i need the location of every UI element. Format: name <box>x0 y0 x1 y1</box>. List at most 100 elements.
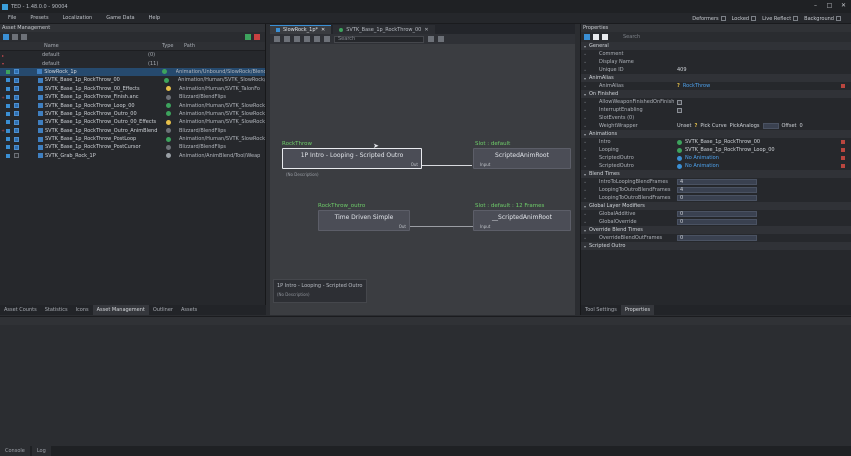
play-icon[interactable] <box>304 36 310 42</box>
property-row[interactable]: • Display Name <box>581 58 851 66</box>
tab-assets[interactable]: Assets <box>177 305 201 315</box>
property-row[interactable]: • SlotEvents (0) <box>581 114 851 122</box>
menu-file[interactable]: File <box>8 15 16 21</box>
close-icon[interactable]: ✕ <box>840 2 847 9</box>
property-value[interactable]: SVTK_Base_1p_RockThrow_00 <box>685 139 760 145</box>
node-scripted-anim-root-2[interactable]: __ScriptedAnimRoot Input <box>473 210 571 231</box>
properties-search-input[interactable]: Search <box>623 34 640 40</box>
live-reflect-toggle[interactable]: Live Reflect <box>762 16 799 22</box>
asset-row[interactable]: SVTK_Base_1p_RockThrow_PostCursor Blizzar… <box>0 143 265 151</box>
property-row[interactable]: • Looping SVTK_Base_1p_RockThrow_Loop_00 <box>581 146 851 154</box>
property-number-field[interactable]: 4 <box>677 179 757 185</box>
tab-icons[interactable]: Icons <box>72 305 93 315</box>
collapse-icon[interactable]: ▾ <box>581 204 589 209</box>
property-row[interactable]: • Comment <box>581 50 851 58</box>
menu-game-data[interactable]: Game Data <box>106 15 134 21</box>
close-tab-icon[interactable]: ✕ <box>424 27 428 33</box>
record-icon[interactable] <box>324 36 330 42</box>
delete-icon[interactable] <box>254 34 260 40</box>
property-number-field[interactable]: 4 <box>677 187 757 193</box>
collapse-icon[interactable]: ▾ <box>581 228 589 233</box>
property-value[interactable]: 409 <box>677 67 687 73</box>
edit-icon[interactable] <box>841 140 845 144</box>
property-row[interactable]: • GlobalOverride 0 <box>581 218 851 226</box>
property-row[interactable]: • LoopingToOutroBlendFrames 0 <box>581 194 851 202</box>
property-category[interactable]: ▾ Blend Times <box>581 170 851 178</box>
settings-icon[interactable] <box>438 36 444 42</box>
maximize-icon[interactable]: □ <box>826 2 833 9</box>
asset-checkbox[interactable] <box>14 94 19 100</box>
property-category[interactable]: ▾ On Finished <box>581 90 851 98</box>
collapse-icon[interactable]: ▾ <box>581 92 589 97</box>
tab-tool-settings[interactable]: Tool Settings <box>581 305 621 315</box>
edit-icon[interactable] <box>841 156 845 160</box>
forward-icon[interactable] <box>294 36 300 42</box>
asset-checkbox[interactable] <box>14 128 19 134</box>
column-name[interactable]: Name <box>44 43 162 49</box>
asset-checkbox[interactable] <box>14 86 19 92</box>
locked-checkbox[interactable] <box>751 16 757 21</box>
asset-checkbox[interactable] <box>14 111 19 117</box>
node-scripted-anim-root[interactable]: ScriptedAnimRoot Input <box>473 148 571 169</box>
weight-field-value[interactable]: 0 <box>800 123 803 129</box>
menu-localization[interactable]: Localization <box>63 15 93 21</box>
asset-row[interactable]: SVTK_Base_1p_RockThrow_PostLoop Animation… <box>0 135 265 143</box>
asset-checkbox[interactable] <box>14 136 19 142</box>
expand-icon[interactable]: ▸ <box>0 53 6 58</box>
property-category[interactable]: ▾ Animations <box>581 130 851 138</box>
tab-asset-management[interactable]: Asset Management <box>92 305 149 315</box>
out-pin[interactable]: Out <box>411 162 418 167</box>
asset-row[interactable]: SVTK_Base_1p_RockThrow_00_Effects Animati… <box>0 85 265 93</box>
property-category[interactable]: ▾ Override Blend Times <box>581 226 851 234</box>
property-row[interactable]: • AnimAlias? RockThrow <box>581 82 851 90</box>
asset-row[interactable]: + SVTK_Base_1p_RockThrow_Finish.anc Blizza… <box>0 93 265 101</box>
filter-icon[interactable] <box>12 34 18 40</box>
asset-checkbox[interactable] <box>13 77 19 83</box>
property-category[interactable]: ▾ General <box>581 42 851 50</box>
asset-row[interactable]: SlowRock_1p Animation/Unbound/SlowRock/Bl… <box>0 67 265 77</box>
property-row[interactable]: • WeightWrapper Unset? Pick Curve PickAnalog… <box>581 122 851 130</box>
property-row[interactable]: • OverrideBlendOutFrames 0 <box>581 234 851 242</box>
column-path[interactable]: Path <box>184 43 195 49</box>
close-tab-icon[interactable]: ✕ <box>321 27 325 33</box>
stop-icon[interactable] <box>314 36 320 42</box>
weight-field[interactable] <box>762 123 779 129</box>
collapse-icon[interactable]: ▾ <box>581 244 589 249</box>
property-row[interactable]: • IntroToLoopingBlendFrames 4 <box>581 178 851 186</box>
group-row[interactable]: ▾ default (11) <box>0 59 265 67</box>
property-number-field[interactable]: 0 <box>677 195 757 201</box>
background-checkbox[interactable] <box>836 16 841 21</box>
collapse-icon[interactable]: ▾ <box>581 132 589 137</box>
asset-row[interactable]: SVTK_Base_1p_RockThrow_00 Animation/Human… <box>0 76 265 84</box>
deformers-toggle[interactable]: Deformers <box>692 16 726 22</box>
asset-checkbox[interactable] <box>14 119 19 125</box>
refresh-icon[interactable] <box>3 34 9 40</box>
node-time-driven-simple[interactable]: Time Driven Simple Out <box>318 210 410 231</box>
asset-row[interactable]: SVTK_Base_1p_RockThrow_Loop_00 Animation/… <box>0 101 265 109</box>
add-icon[interactable] <box>245 34 251 40</box>
asset-row[interactable]: + SVTK_Base_1p_RockThrow_Outro_AnimBlends… <box>0 127 265 135</box>
property-value[interactable]: SVTK_Base_1p_RockThrow_Loop_00 <box>685 147 775 153</box>
tab-asset-counts[interactable]: Asset Counts <box>0 305 41 315</box>
property-row[interactable]: • Intro SVTK_Base_1p_RockThrow_00 <box>581 138 851 146</box>
property-value[interactable]: Unset <box>677 123 691 129</box>
property-row[interactable]: • GlobalAdditive 0 <box>581 210 851 218</box>
property-value[interactable]: No Animation <box>685 163 719 169</box>
live-reflect-checkbox[interactable] <box>793 16 799 21</box>
deformers-checkbox[interactable] <box>720 16 726 21</box>
collapse-icon[interactable]: ▾ <box>581 172 589 177</box>
column-type[interactable]: Type <box>162 43 184 49</box>
background-toggle[interactable]: Background <box>804 16 841 22</box>
property-number-field[interactable]: 0 <box>677 219 757 225</box>
property-value[interactable]: RockThrow <box>683 83 710 89</box>
property-category[interactable]: ▾ AnimAlias <box>581 74 851 82</box>
property-number-field[interactable]: 0 <box>677 235 757 241</box>
out-pin[interactable]: Out <box>399 224 406 229</box>
settings-icon[interactable] <box>584 34 590 40</box>
asset-checkbox[interactable] <box>13 69 19 75</box>
home-icon[interactable] <box>274 36 280 42</box>
property-row[interactable]: • AllowWeaponFinishedOnFinish <box>581 98 851 106</box>
zoom-icon[interactable] <box>428 36 434 42</box>
doc-tab-rockthrow[interactable]: SVTK_Base_1p_RockThrow_00 ✕ <box>333 25 435 34</box>
property-checkbox[interactable] <box>677 107 682 113</box>
